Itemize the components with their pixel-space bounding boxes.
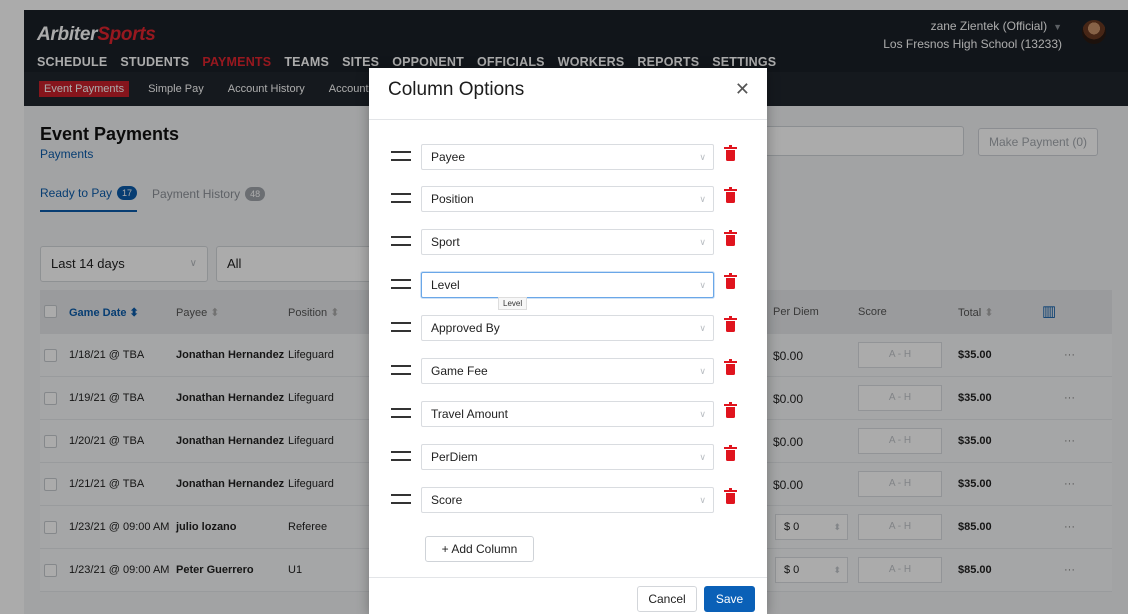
column-row-travel-amount: Travel Amount ∨ bbox=[389, 401, 749, 427]
chevron-down-icon: ∨ bbox=[699, 409, 706, 419]
trash-icon[interactable] bbox=[724, 445, 737, 461]
column-select-value: Game Fee bbox=[431, 364, 488, 378]
column-select[interactable]: Payee ∨ bbox=[421, 144, 714, 170]
drag-handle-icon[interactable] bbox=[391, 451, 411, 461]
chevron-down-icon: ∨ bbox=[699, 237, 706, 247]
trash-icon[interactable] bbox=[724, 316, 737, 332]
column-select[interactable]: Position ∨ bbox=[421, 186, 714, 212]
dialog-title: Column Options bbox=[388, 79, 525, 100]
column-select[interactable]: PerDiem ∨ bbox=[421, 444, 714, 470]
column-select-value: Level bbox=[431, 278, 460, 292]
chevron-down-icon: ∨ bbox=[699, 152, 706, 162]
column-select-value: Score bbox=[431, 493, 463, 507]
column-select[interactable]: Sport ∨ bbox=[421, 229, 714, 255]
chevron-down-icon: ∨ bbox=[699, 495, 706, 505]
column-select-value: Sport bbox=[431, 235, 460, 249]
save-button[interactable]: Save bbox=[704, 586, 755, 612]
chevron-down-icon: ∨ bbox=[699, 194, 706, 204]
column-select[interactable]: Game Fee ∨ bbox=[421, 358, 714, 384]
drag-handle-icon[interactable] bbox=[391, 236, 411, 246]
chevron-down-icon: ∨ bbox=[699, 323, 706, 333]
divider bbox=[369, 577, 767, 578]
column-row-position: Position ∨ bbox=[389, 186, 749, 212]
add-column-button[interactable]: + Add Column bbox=[425, 536, 534, 562]
column-row-game-fee: Game Fee ∨ bbox=[389, 358, 749, 384]
column-select-value: Payee bbox=[431, 150, 466, 164]
column-row-sport: Sport ∨ bbox=[389, 229, 749, 255]
column-select[interactable]: Score ∨ bbox=[421, 487, 714, 513]
tooltip: Level bbox=[498, 297, 528, 310]
drag-handle-icon[interactable] bbox=[391, 494, 411, 504]
column-select[interactable]: Approved By ∨ bbox=[421, 315, 714, 341]
trash-icon[interactable] bbox=[724, 402, 737, 418]
trash-icon[interactable] bbox=[724, 273, 737, 289]
chevron-down-icon: ∨ bbox=[699, 452, 706, 462]
trash-icon[interactable] bbox=[724, 145, 737, 161]
drag-handle-icon[interactable] bbox=[391, 193, 411, 203]
drag-handle-icon[interactable] bbox=[391, 151, 411, 161]
column-row-perdiem: PerDiem ∨ bbox=[389, 444, 749, 470]
cancel-button[interactable]: Cancel bbox=[637, 586, 697, 612]
divider bbox=[369, 119, 767, 120]
trash-icon[interactable] bbox=[724, 230, 737, 246]
column-row-level: Level ∨ bbox=[389, 272, 749, 298]
column-select-value: Position bbox=[431, 192, 474, 206]
trash-icon[interactable] bbox=[724, 359, 737, 375]
column-select[interactable]: Travel Amount ∨ bbox=[421, 401, 714, 427]
chevron-down-icon: ∨ bbox=[699, 366, 706, 376]
chevron-down-icon: ∨ bbox=[699, 280, 706, 290]
column-select-value: Travel Amount bbox=[431, 407, 508, 421]
column-row-payee: Payee ∨ bbox=[389, 144, 749, 170]
column-row-score: Score ∨ bbox=[389, 487, 749, 513]
close-icon[interactable]: ✕ bbox=[735, 79, 750, 100]
trash-icon[interactable] bbox=[724, 488, 737, 504]
column-options-dialog: Column Options ✕ Payee ∨ Position ∨ Sport ∨… bbox=[369, 68, 767, 614]
drag-handle-icon[interactable] bbox=[391, 408, 411, 418]
column-select-value: Approved By bbox=[431, 321, 500, 335]
column-select-value: PerDiem bbox=[431, 450, 478, 464]
column-select[interactable]: Level ∨ bbox=[421, 272, 714, 298]
trash-icon[interactable] bbox=[724, 187, 737, 203]
drag-handle-icon[interactable] bbox=[391, 365, 411, 375]
drag-handle-icon[interactable] bbox=[391, 322, 411, 332]
column-row-approved-by: Approved By ∨ bbox=[389, 315, 749, 341]
drag-handle-icon[interactable] bbox=[391, 279, 411, 289]
